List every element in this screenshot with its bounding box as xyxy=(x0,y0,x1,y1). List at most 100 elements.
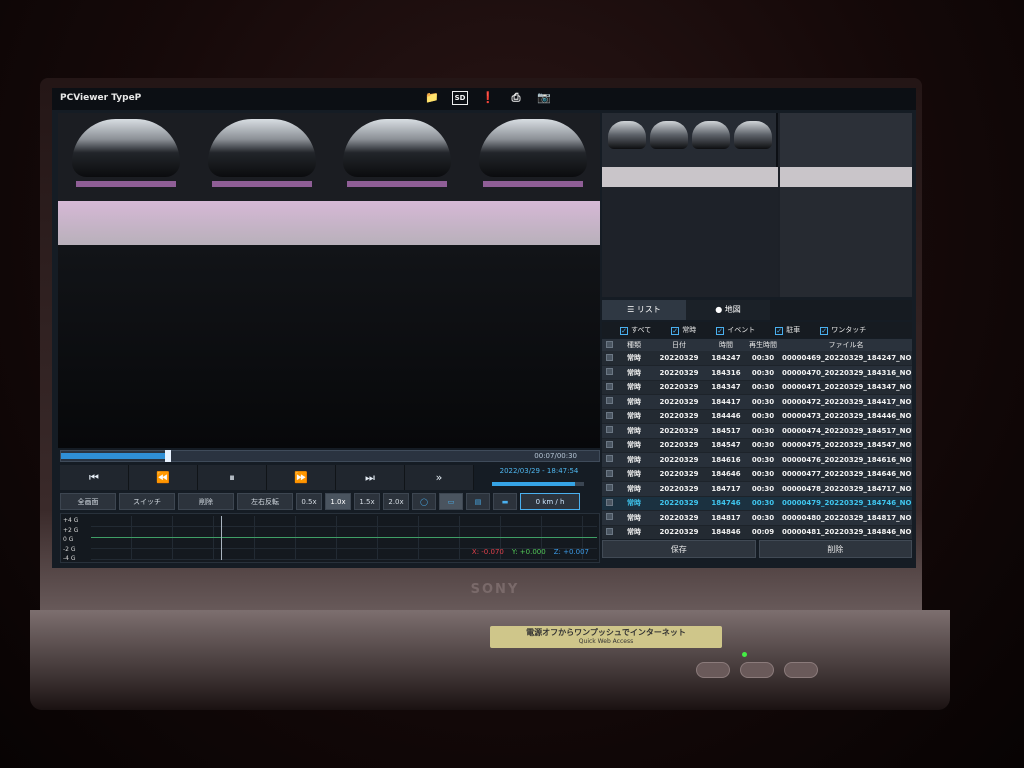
column-header[interactable]: 日付 xyxy=(652,339,706,351)
delete-files-button[interactable]: 削除 xyxy=(758,540,912,558)
filter-all[interactable]: ✓ すべて xyxy=(620,322,651,338)
checkbox-icon: ✓ xyxy=(820,327,829,335)
seek-bar[interactable]: 00:07/00:30 xyxy=(60,450,600,462)
row-time: 184846 xyxy=(706,525,746,539)
table-row[interactable]: 常時 20220329 184817 00:30 00000480_20220329_1… xyxy=(602,510,912,526)
row-checkbox[interactable] xyxy=(602,394,616,410)
seek-handle[interactable] xyxy=(164,450,171,462)
row-checkbox[interactable] xyxy=(602,496,616,511)
double-forward-icon[interactable]: » xyxy=(405,465,474,490)
hardware-button[interactable] xyxy=(740,662,774,678)
checkbox-icon: ✓ xyxy=(620,327,628,335)
row-checkbox[interactable] xyxy=(602,481,616,497)
hardware-button[interactable] xyxy=(696,662,730,678)
row-filename: 00000470_20220329_184316_NOM xyxy=(780,365,912,381)
folder-icon[interactable]: 📁 xyxy=(424,91,440,105)
delete-button[interactable]: 削除 xyxy=(178,493,234,510)
g-label: -2 G xyxy=(63,545,76,553)
table-row[interactable]: 常時 20220329 184616 00:30 00000476_20220329_1… xyxy=(602,452,912,468)
table-row[interactable]: 常時 20220329 184316 00:30 00000470_20220329_1… xyxy=(602,365,912,381)
volume-level xyxy=(492,482,575,486)
table-row[interactable]: 常時 20220329 184417 00:30 00000472_20220329_1… xyxy=(602,394,912,410)
row-filename: 00000476_20220329_184616_NOM xyxy=(780,452,912,468)
preview-panel-2[interactable] xyxy=(780,113,912,297)
table-row[interactable]: 常時 20220329 184547 00:30 00000475_20220329_1… xyxy=(602,438,912,453)
app-title: PCViewer TypeP xyxy=(60,93,142,103)
row-time: 184347 xyxy=(706,380,746,395)
row-checkbox[interactable] xyxy=(602,423,616,439)
table-row[interactable]: 常時 20220329 184717 00:30 00000478_20220329_1… xyxy=(602,481,912,497)
monitor-brand-logo: SONY xyxy=(470,582,520,597)
save-button[interactable]: 保存 xyxy=(602,540,756,558)
skip-forward-icon[interactable]: ⏭ xyxy=(336,465,405,490)
camera-view-3[interactable] xyxy=(329,113,465,201)
table-row[interactable]: 常時 20220329 184517 00:30 00000474_20220329_1… xyxy=(602,423,912,439)
table-row[interactable]: 常時 20220329 184846 00:09 00000481_20220329_1… xyxy=(602,525,912,539)
speed-0-5-button[interactable]: 0.5x xyxy=(296,493,322,510)
video-frame[interactable] xyxy=(58,245,600,448)
row-checkbox[interactable] xyxy=(602,351,616,366)
seek-progress xyxy=(61,453,165,459)
g-label: +4 G xyxy=(63,517,79,524)
g-sensor-cursor[interactable] xyxy=(221,516,222,560)
filter-parking[interactable]: ✓ 駐車 xyxy=(775,322,800,338)
row-type: 常時 xyxy=(616,496,652,511)
camera-view-1[interactable] xyxy=(58,113,194,201)
table-row[interactable]: 常時 20220329 184247 00:30 00000469_20220329_1… xyxy=(602,351,912,366)
row-checkbox[interactable] xyxy=(602,510,616,526)
skip-back-icon[interactable]: ⏮ xyxy=(60,465,129,490)
row-duration: 00:30 xyxy=(746,510,780,526)
sd-card-icon[interactable]: SD xyxy=(452,91,468,105)
switch-button[interactable]: スイッチ xyxy=(119,493,175,510)
mirror-button[interactable]: 左右反転 xyxy=(237,493,293,510)
circle-view-icon[interactable]: ◯ xyxy=(412,493,436,510)
table-row[interactable]: 常時 20220329 184347 00:30 00000471_20220329_1… xyxy=(602,380,912,395)
table-row[interactable]: 常時 20220329 184446 00:30 00000473_20220329_1… xyxy=(602,409,912,424)
table-row[interactable]: 常時 20220329 184746 00:30 00000479_20220329_1… xyxy=(602,496,912,511)
hardware-button[interactable] xyxy=(784,662,818,678)
camera-view-4[interactable] xyxy=(465,113,601,201)
filter-label: すべて xyxy=(631,326,652,334)
info-icon[interactable]: ❗ xyxy=(480,91,496,105)
g-sensor-readout: X: -0.070 Y: +0.000 Z: +0.007 xyxy=(472,548,589,556)
table-row[interactable]: 常時 20220329 184646 00:30 00000477_20220329_1… xyxy=(602,467,912,482)
column-header[interactable]: 再生時間 xyxy=(746,339,780,351)
single-view-icon[interactable]: ▭ xyxy=(439,493,463,510)
video-player xyxy=(58,113,600,448)
filter-onetouch[interactable]: ✓ ワンタッチ xyxy=(820,322,866,338)
camera-icon[interactable]: 📷 xyxy=(536,91,552,105)
preview-panel-1[interactable] xyxy=(602,113,778,297)
map-pin-icon: ● xyxy=(715,305,725,314)
camera-view-2[interactable] xyxy=(194,113,330,201)
column-header[interactable]: 時間 xyxy=(706,339,746,351)
row-checkbox[interactable] xyxy=(602,380,616,395)
filter-normal[interactable]: ✓ 常時 xyxy=(671,322,696,338)
speed-1-0-button[interactable]: 1.0x xyxy=(325,493,351,510)
row-checkbox[interactable] xyxy=(602,452,616,468)
row-checkbox[interactable] xyxy=(602,365,616,381)
row-checkbox[interactable] xyxy=(602,438,616,453)
volume-slider[interactable] xyxy=(492,482,584,486)
rewind-icon[interactable]: ⏪ xyxy=(129,465,198,490)
checkbox-icon: ✓ xyxy=(716,327,725,335)
tab-map[interactable]: ● 地図 xyxy=(686,300,770,320)
row-filename: 00000477_20220329_184646_NOM xyxy=(780,467,912,482)
speed-1-5-button[interactable]: 1.5x xyxy=(354,493,380,510)
wide-view-icon[interactable]: ▬ xyxy=(493,493,517,510)
row-checkbox[interactable] xyxy=(602,525,616,539)
speed-2-0-button[interactable]: 2.0x xyxy=(383,493,409,510)
pause-icon[interactable]: ⏸ xyxy=(198,465,267,490)
fast-forward-icon[interactable]: ⏩ xyxy=(267,465,336,490)
column-header[interactable]: 種類 xyxy=(616,339,652,351)
row-checkbox[interactable] xyxy=(602,409,616,424)
row-type: 常時 xyxy=(616,510,652,526)
filter-event[interactable]: ✓ イベント xyxy=(716,322,755,338)
column-header[interactable]: ファイル名 xyxy=(780,339,912,351)
split-view-icon[interactable]: ▤ xyxy=(466,493,490,510)
row-checkbox[interactable] xyxy=(602,467,616,482)
print-icon[interactable]: ⎙ xyxy=(508,91,524,105)
tab-list[interactable]: ☰ リスト xyxy=(602,300,686,320)
fullscreen-button[interactable]: 全画面 xyxy=(60,493,116,510)
select-all-checkbox[interactable] xyxy=(602,339,616,351)
row-type: 常時 xyxy=(616,409,652,424)
